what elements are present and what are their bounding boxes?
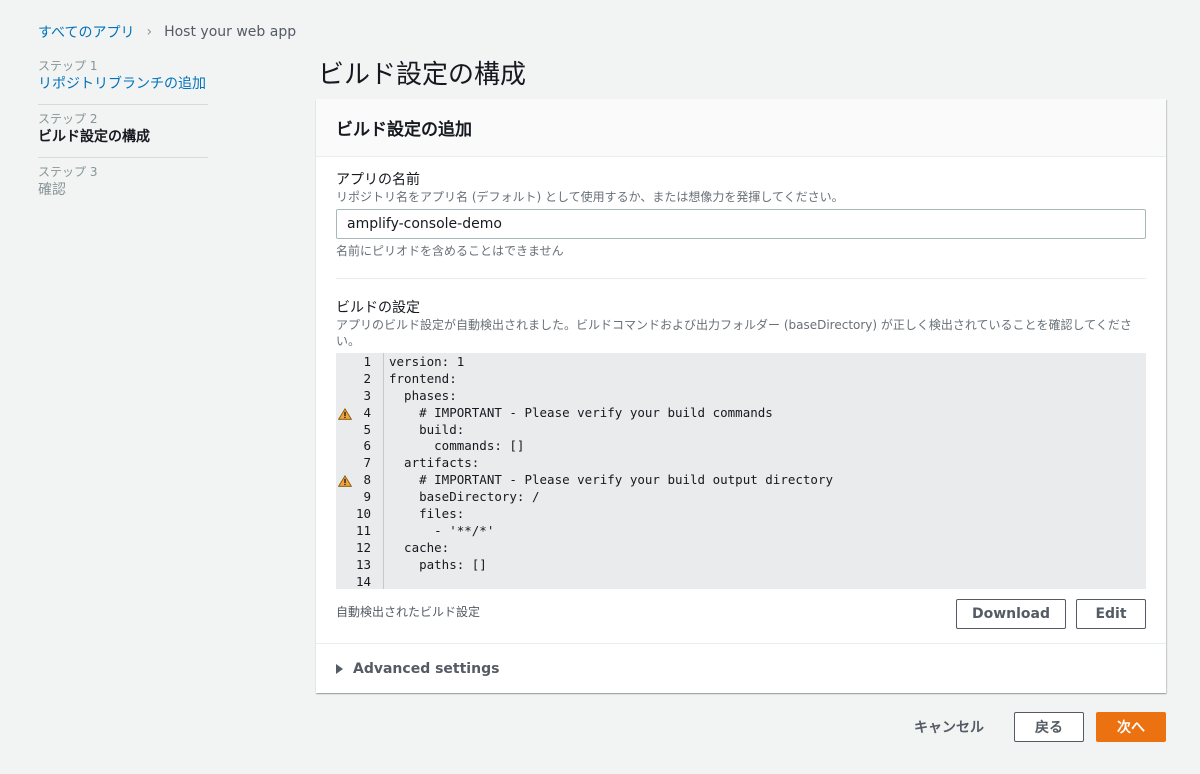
- wizard-steps: ステップ 1 リポジトリブランチの追加 ステップ 2 ビルド設定の構成 ステップ…: [38, 58, 208, 210]
- line-number: 9: [336, 489, 383, 506]
- step-1-link[interactable]: リポジトリブランチの追加: [38, 74, 208, 94]
- line-number-text: 14: [355, 573, 371, 589]
- line-number-text: 13: [355, 556, 371, 572]
- build-settings-description: アプリのビルド設定が自動検出されました。ビルドコマンドおよび出力フォルダー (b…: [336, 318, 1132, 348]
- line-number: 3: [336, 388, 383, 405]
- page-title: ビルド設定の構成: [318, 60, 527, 90]
- line-number: 10: [336, 506, 383, 523]
- back-button[interactable]: 戻る: [1014, 712, 1084, 742]
- line-number-text: 6: [363, 438, 371, 454]
- warning-icon: [338, 407, 352, 420]
- editor-code[interactable]: version: 1 frontend: phases: # IMPORTANT …: [384, 353, 1146, 589]
- line-number: 1: [336, 354, 383, 371]
- download-button[interactable]: Download: [956, 599, 1066, 629]
- line-number: 8: [336, 472, 383, 489]
- line-number-text: 2: [363, 370, 371, 386]
- code-line: baseDirectory: /: [389, 489, 540, 505]
- line-number: 14: [336, 574, 383, 591]
- code-line: # IMPORTANT - Please verify your build o…: [389, 472, 834, 488]
- step-3: ステップ 3 確認: [38, 157, 208, 210]
- breadcrumb: すべてのアプリ › Host your web app: [38, 22, 296, 42]
- editor-footer: 自動検出されたビルド設定 Download Edit: [336, 599, 1146, 633]
- breadcrumb-all-apps-link[interactable]: すべてのアプリ: [38, 22, 134, 42]
- build-settings-label: ビルドの設定: [336, 300, 420, 316]
- app-name-constraint: 名前にピリオドを含めることはできません: [336, 244, 564, 258]
- step-2: ステップ 2 ビルド設定の構成: [38, 104, 208, 157]
- step-1: ステップ 1 リポジトリブランチの追加: [38, 58, 208, 104]
- line-number-text: 1: [363, 354, 371, 369]
- step-2-title: ビルド設定の構成: [38, 129, 150, 145]
- line-number: 5: [336, 422, 383, 439]
- app-name-label: アプリの名前: [336, 172, 420, 188]
- line-number-text: 9: [363, 489, 371, 505]
- step-number: ステップ 3: [38, 165, 98, 179]
- advanced-settings-label: Advanced settings: [353, 660, 500, 677]
- step-3-title: 確認: [38, 182, 66, 198]
- line-number-text: 11: [355, 522, 371, 538]
- line-number: 4: [336, 405, 383, 422]
- step-number: ステップ 1: [38, 59, 98, 73]
- advanced-settings-toggle[interactable]: Advanced settings: [316, 643, 1166, 693]
- caret-right-icon: [336, 663, 343, 674]
- code-line: artifacts:: [389, 455, 480, 471]
- warning-icon: [338, 475, 352, 487]
- code-line: paths: []: [389, 556, 487, 572]
- code-line: version: 1: [389, 354, 465, 369]
- line-number: 7: [336, 455, 383, 472]
- line-number: 13: [336, 557, 383, 574]
- line-number: 11: [336, 523, 383, 540]
- app-name-input[interactable]: [336, 209, 1146, 239]
- chevron-right-icon: ›: [146, 24, 153, 40]
- cancel-button[interactable]: キャンセル: [914, 717, 984, 737]
- line-number-text: 4: [363, 404, 371, 420]
- edit-button[interactable]: Edit: [1076, 599, 1146, 629]
- code-line: # IMPORTANT - Please verify your build c…: [389, 404, 773, 420]
- panel-header: ビルド設定の追加: [316, 99, 1166, 157]
- line-number: 12: [336, 540, 383, 557]
- build-settings-panel: ビルド設定の追加 アプリの名前 リポジトリ名をアプリ名 (デフォルト) として使…: [316, 99, 1166, 693]
- app-name-description: リポジトリ名をアプリ名 (デフォルト) として使用するか、または想像力を発揮して…: [336, 190, 844, 204]
- code-line: commands: []: [389, 438, 525, 454]
- line-number-text: 8: [363, 472, 371, 488]
- code-line: cache:: [389, 539, 450, 555]
- divider: [336, 278, 1146, 279]
- editor-caption: 自動検出されたビルド設定: [336, 605, 481, 619]
- wizard-actions: キャンセル 戻る 次へ: [914, 712, 1166, 742]
- next-button[interactable]: 次へ: [1096, 712, 1166, 742]
- code-line: phases:: [389, 387, 457, 403]
- code-line: files:: [389, 506, 465, 522]
- breadcrumb-current: Host your web app: [164, 24, 297, 40]
- build-spec-editor[interactable]: 1 2 3 4 5 6 7 8 9 10 11 12 13 14 version: 1 frontend: …: [336, 353, 1146, 589]
- code-line: build:: [389, 421, 465, 437]
- line-number-text: 12: [355, 539, 371, 555]
- line-number-text: 7: [363, 455, 371, 471]
- editor-gutter: 1 2 3 4 5 6 7 8 9 10 11 12 13 14: [336, 353, 384, 589]
- step-number: ステップ 2: [38, 112, 98, 126]
- code-line: frontend:: [389, 370, 457, 386]
- line-number-text: 5: [363, 421, 371, 437]
- line-number-text: 10: [355, 506, 371, 522]
- line-number: 6: [336, 438, 383, 455]
- code-line: - '**/*': [389, 522, 495, 538]
- line-number-text: 3: [363, 387, 371, 403]
- line-number: 2: [336, 371, 383, 388]
- panel-body: アプリの名前 リポジトリ名をアプリ名 (デフォルト) として使用するか、または想…: [316, 157, 1166, 633]
